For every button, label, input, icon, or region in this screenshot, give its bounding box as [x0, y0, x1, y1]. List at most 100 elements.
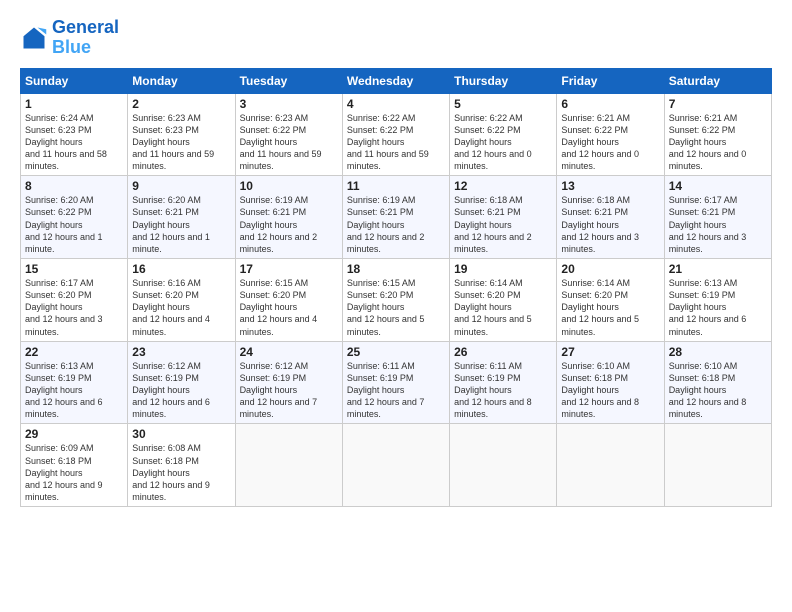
day-number: 12: [454, 179, 552, 193]
calendar-cell: 21 Sunrise: 6:13 AMSunset: 6:19 PMDaylig…: [664, 259, 771, 342]
day-info: Sunrise: 6:16 AMSunset: 6:20 PMDaylight …: [132, 277, 230, 338]
calendar-cell: 25 Sunrise: 6:11 AMSunset: 6:19 PMDaylig…: [342, 341, 449, 424]
day-info: Sunrise: 6:22 AMSunset: 6:22 PMDaylight …: [347, 112, 445, 173]
calendar-cell: [450, 424, 557, 507]
day-number: 4: [347, 97, 445, 111]
day-number: 17: [240, 262, 338, 276]
calendar-cell: 14 Sunrise: 6:17 AMSunset: 6:21 PMDaylig…: [664, 176, 771, 259]
calendar-cell: 9 Sunrise: 6:20 AMSunset: 6:21 PMDayligh…: [128, 176, 235, 259]
day-info: Sunrise: 6:15 AMSunset: 6:20 PMDaylight …: [240, 277, 338, 338]
day-info: Sunrise: 6:17 AMSunset: 6:21 PMDaylight …: [669, 194, 767, 255]
calendar-cell: 23 Sunrise: 6:12 AMSunset: 6:19 PMDaylig…: [128, 341, 235, 424]
day-info: Sunrise: 6:14 AMSunset: 6:20 PMDaylight …: [561, 277, 659, 338]
day-info: Sunrise: 6:15 AMSunset: 6:20 PMDaylight …: [347, 277, 445, 338]
calendar-cell: [235, 424, 342, 507]
calendar-cell: 1 Sunrise: 6:24 AMSunset: 6:23 PMDayligh…: [21, 93, 128, 176]
day-info: Sunrise: 6:23 AMSunset: 6:23 PMDaylight …: [132, 112, 230, 173]
day-info: Sunrise: 6:14 AMSunset: 6:20 PMDaylight …: [454, 277, 552, 338]
calendar-cell: 4 Sunrise: 6:22 AMSunset: 6:22 PMDayligh…: [342, 93, 449, 176]
day-info: Sunrise: 6:19 AMSunset: 6:21 PMDaylight …: [347, 194, 445, 255]
calendar-cell: 16 Sunrise: 6:16 AMSunset: 6:20 PMDaylig…: [128, 259, 235, 342]
weekday-header-sunday: Sunday: [21, 68, 128, 93]
day-number: 30: [132, 427, 230, 441]
day-info: Sunrise: 6:13 AMSunset: 6:19 PMDaylight …: [669, 277, 767, 338]
calendar-week-3: 22 Sunrise: 6:13 AMSunset: 6:19 PMDaylig…: [21, 341, 772, 424]
calendar-cell: 22 Sunrise: 6:13 AMSunset: 6:19 PMDaylig…: [21, 341, 128, 424]
day-info: Sunrise: 6:18 AMSunset: 6:21 PMDaylight …: [454, 194, 552, 255]
day-number: 26: [454, 345, 552, 359]
calendar-cell: [342, 424, 449, 507]
calendar-cell: 27 Sunrise: 6:10 AMSunset: 6:18 PMDaylig…: [557, 341, 664, 424]
calendar-cell: 15 Sunrise: 6:17 AMSunset: 6:20 PMDaylig…: [21, 259, 128, 342]
day-info: Sunrise: 6:23 AMSunset: 6:22 PMDaylight …: [240, 112, 338, 173]
day-info: Sunrise: 6:22 AMSunset: 6:22 PMDaylight …: [454, 112, 552, 173]
logo: General Blue: [20, 18, 119, 58]
day-number: 1: [25, 97, 123, 111]
logo-text: General Blue: [52, 18, 119, 58]
weekday-header-saturday: Saturday: [664, 68, 771, 93]
day-info: Sunrise: 6:24 AMSunset: 6:23 PMDaylight …: [25, 112, 123, 173]
day-number: 9: [132, 179, 230, 193]
weekday-header-monday: Monday: [128, 68, 235, 93]
day-info: Sunrise: 6:10 AMSunset: 6:18 PMDaylight …: [669, 360, 767, 421]
day-number: 3: [240, 97, 338, 111]
day-info: Sunrise: 6:21 AMSunset: 6:22 PMDaylight …: [669, 112, 767, 173]
day-info: Sunrise: 6:10 AMSunset: 6:18 PMDaylight …: [561, 360, 659, 421]
day-number: 6: [561, 97, 659, 111]
day-info: Sunrise: 6:19 AMSunset: 6:21 PMDaylight …: [240, 194, 338, 255]
day-number: 21: [669, 262, 767, 276]
calendar-week-2: 15 Sunrise: 6:17 AMSunset: 6:20 PMDaylig…: [21, 259, 772, 342]
day-number: 8: [25, 179, 123, 193]
day-info: Sunrise: 6:08 AMSunset: 6:18 PMDaylight …: [132, 442, 230, 503]
day-info: Sunrise: 6:11 AMSunset: 6:19 PMDaylight …: [347, 360, 445, 421]
day-number: 27: [561, 345, 659, 359]
calendar-cell: 19 Sunrise: 6:14 AMSunset: 6:20 PMDaylig…: [450, 259, 557, 342]
day-info: Sunrise: 6:17 AMSunset: 6:20 PMDaylight …: [25, 277, 123, 338]
calendar-cell: 20 Sunrise: 6:14 AMSunset: 6:20 PMDaylig…: [557, 259, 664, 342]
calendar-cell: 8 Sunrise: 6:20 AMSunset: 6:22 PMDayligh…: [21, 176, 128, 259]
day-number: 25: [347, 345, 445, 359]
day-info: Sunrise: 6:20 AMSunset: 6:22 PMDaylight …: [25, 194, 123, 255]
calendar-cell: 6 Sunrise: 6:21 AMSunset: 6:22 PMDayligh…: [557, 93, 664, 176]
calendar-week-0: 1 Sunrise: 6:24 AMSunset: 6:23 PMDayligh…: [21, 93, 772, 176]
weekday-header-thursday: Thursday: [450, 68, 557, 93]
day-info: Sunrise: 6:11 AMSunset: 6:19 PMDaylight …: [454, 360, 552, 421]
day-info: Sunrise: 6:18 AMSunset: 6:21 PMDaylight …: [561, 194, 659, 255]
weekday-header-tuesday: Tuesday: [235, 68, 342, 93]
weekday-header-friday: Friday: [557, 68, 664, 93]
day-number: 11: [347, 179, 445, 193]
day-info: Sunrise: 6:21 AMSunset: 6:22 PMDaylight …: [561, 112, 659, 173]
calendar-cell: 2 Sunrise: 6:23 AMSunset: 6:23 PMDayligh…: [128, 93, 235, 176]
day-number: 20: [561, 262, 659, 276]
day-number: 14: [669, 179, 767, 193]
header: General Blue: [20, 18, 772, 58]
calendar-cell: 12 Sunrise: 6:18 AMSunset: 6:21 PMDaylig…: [450, 176, 557, 259]
day-number: 5: [454, 97, 552, 111]
day-number: 24: [240, 345, 338, 359]
calendar-cell: 5 Sunrise: 6:22 AMSunset: 6:22 PMDayligh…: [450, 93, 557, 176]
calendar-cell: 17 Sunrise: 6:15 AMSunset: 6:20 PMDaylig…: [235, 259, 342, 342]
day-info: Sunrise: 6:12 AMSunset: 6:19 PMDaylight …: [240, 360, 338, 421]
day-number: 23: [132, 345, 230, 359]
day-number: 2: [132, 97, 230, 111]
calendar-cell: [557, 424, 664, 507]
calendar-cell: 10 Sunrise: 6:19 AMSunset: 6:21 PMDaylig…: [235, 176, 342, 259]
calendar-week-4: 29 Sunrise: 6:09 AMSunset: 6:18 PMDaylig…: [21, 424, 772, 507]
day-number: 15: [25, 262, 123, 276]
day-info: Sunrise: 6:09 AMSunset: 6:18 PMDaylight …: [25, 442, 123, 503]
day-info: Sunrise: 6:12 AMSunset: 6:19 PMDaylight …: [132, 360, 230, 421]
day-number: 10: [240, 179, 338, 193]
calendar-cell: 11 Sunrise: 6:19 AMSunset: 6:21 PMDaylig…: [342, 176, 449, 259]
calendar-cell: 29 Sunrise: 6:09 AMSunset: 6:18 PMDaylig…: [21, 424, 128, 507]
calendar-cell: 13 Sunrise: 6:18 AMSunset: 6:21 PMDaylig…: [557, 176, 664, 259]
day-number: 19: [454, 262, 552, 276]
weekday-header-wednesday: Wednesday: [342, 68, 449, 93]
day-info: Sunrise: 6:13 AMSunset: 6:19 PMDaylight …: [25, 360, 123, 421]
day-number: 28: [669, 345, 767, 359]
calendar-week-1: 8 Sunrise: 6:20 AMSunset: 6:22 PMDayligh…: [21, 176, 772, 259]
day-number: 16: [132, 262, 230, 276]
calendar-cell: 28 Sunrise: 6:10 AMSunset: 6:18 PMDaylig…: [664, 341, 771, 424]
day-number: 22: [25, 345, 123, 359]
calendar-cell: 18 Sunrise: 6:15 AMSunset: 6:20 PMDaylig…: [342, 259, 449, 342]
calendar-cell: 3 Sunrise: 6:23 AMSunset: 6:22 PMDayligh…: [235, 93, 342, 176]
